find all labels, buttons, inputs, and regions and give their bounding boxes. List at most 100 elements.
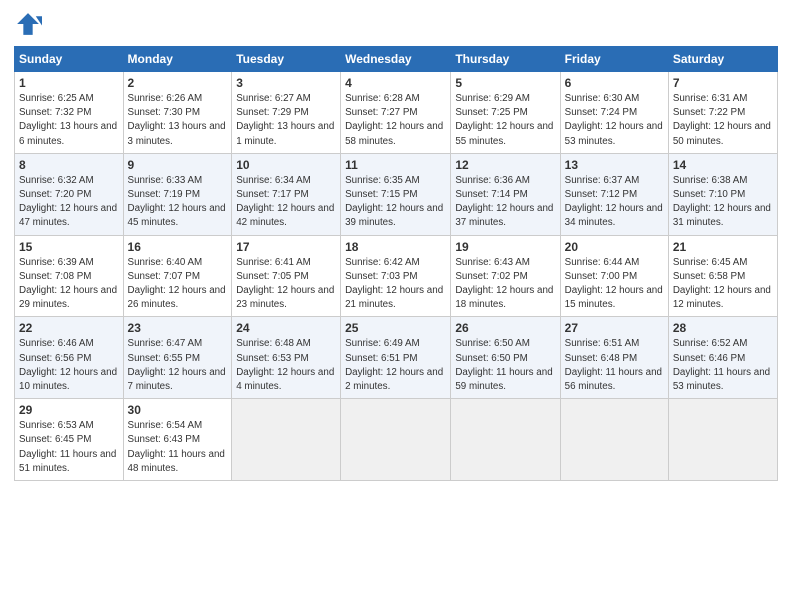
- day-info: Sunrise: 6:36 AM Sunset: 7:14 PM Dayligh…: [455, 174, 555, 231]
- calendar-cell: 14 Sunrise: 6:38 AM Sunset: 7:10 PM Dayl…: [668, 153, 777, 235]
- calendar-cell: 22 Sunrise: 6:46 AM Sunset: 6:56 PM Dayl…: [15, 317, 124, 399]
- day-number: 5: [455, 76, 555, 90]
- day-info: Sunrise: 6:42 AM Sunset: 7:03 PM Dayligh…: [345, 256, 446, 313]
- day-number: 22: [19, 321, 119, 335]
- calendar-cell: [451, 399, 560, 481]
- day-number: 28: [673, 321, 773, 335]
- calendar-cell: 6 Sunrise: 6:30 AM Sunset: 7:24 PM Dayli…: [560, 72, 668, 154]
- day-info: Sunrise: 6:54 AM Sunset: 6:43 PM Dayligh…: [128, 419, 228, 476]
- calendar-cell: 15 Sunrise: 6:39 AM Sunset: 7:08 PM Dayl…: [15, 235, 124, 317]
- day-number: 6: [565, 76, 664, 90]
- day-info: Sunrise: 6:33 AM Sunset: 7:19 PM Dayligh…: [128, 174, 228, 231]
- day-number: 26: [455, 321, 555, 335]
- day-number: 8: [19, 158, 119, 172]
- day-info: Sunrise: 6:50 AM Sunset: 6:50 PM Dayligh…: [455, 337, 555, 394]
- day-number: 14: [673, 158, 773, 172]
- day-info: Sunrise: 6:28 AM Sunset: 7:27 PM Dayligh…: [345, 92, 446, 149]
- calendar-week-3: 15 Sunrise: 6:39 AM Sunset: 7:08 PM Dayl…: [15, 235, 778, 317]
- calendar-cell: 23 Sunrise: 6:47 AM Sunset: 6:55 PM Dayl…: [123, 317, 232, 399]
- day-info: Sunrise: 6:38 AM Sunset: 7:10 PM Dayligh…: [673, 174, 773, 231]
- calendar-cell: 13 Sunrise: 6:37 AM Sunset: 7:12 PM Dayl…: [560, 153, 668, 235]
- calendar-cell: [232, 399, 341, 481]
- calendar-cell: 10 Sunrise: 6:34 AM Sunset: 7:17 PM Dayl…: [232, 153, 341, 235]
- day-info: Sunrise: 6:29 AM Sunset: 7:25 PM Dayligh…: [455, 92, 555, 149]
- day-info: Sunrise: 6:47 AM Sunset: 6:55 PM Dayligh…: [128, 337, 228, 394]
- logo-icon: [14, 10, 42, 38]
- calendar-cell: 5 Sunrise: 6:29 AM Sunset: 7:25 PM Dayli…: [451, 72, 560, 154]
- day-info: Sunrise: 6:46 AM Sunset: 6:56 PM Dayligh…: [19, 337, 119, 394]
- day-number: 11: [345, 158, 446, 172]
- day-number: 21: [673, 240, 773, 254]
- calendar-week-5: 29 Sunrise: 6:53 AM Sunset: 6:45 PM Dayl…: [15, 399, 778, 481]
- calendar-week-1: 1 Sunrise: 6:25 AM Sunset: 7:32 PM Dayli…: [15, 72, 778, 154]
- day-info: Sunrise: 6:30 AM Sunset: 7:24 PM Dayligh…: [565, 92, 664, 149]
- calendar-cell: 12 Sunrise: 6:36 AM Sunset: 7:14 PM Dayl…: [451, 153, 560, 235]
- day-info: Sunrise: 6:31 AM Sunset: 7:22 PM Dayligh…: [673, 92, 773, 149]
- day-info: Sunrise: 6:41 AM Sunset: 7:05 PM Dayligh…: [236, 256, 336, 313]
- day-info: Sunrise: 6:48 AM Sunset: 6:53 PM Dayligh…: [236, 337, 336, 394]
- day-info: Sunrise: 6:45 AM Sunset: 6:58 PM Dayligh…: [673, 256, 773, 313]
- day-number: 15: [19, 240, 119, 254]
- day-number: 19: [455, 240, 555, 254]
- weekday-header-saturday: Saturday: [668, 47, 777, 72]
- calendar-cell: [560, 399, 668, 481]
- day-number: 4: [345, 76, 446, 90]
- calendar-week-2: 8 Sunrise: 6:32 AM Sunset: 7:20 PM Dayli…: [15, 153, 778, 235]
- day-number: 13: [565, 158, 664, 172]
- day-number: 7: [673, 76, 773, 90]
- calendar-cell: [668, 399, 777, 481]
- calendar-cell: 27 Sunrise: 6:51 AM Sunset: 6:48 PM Dayl…: [560, 317, 668, 399]
- day-number: 24: [236, 321, 336, 335]
- day-info: Sunrise: 6:37 AM Sunset: 7:12 PM Dayligh…: [565, 174, 664, 231]
- day-info: Sunrise: 6:53 AM Sunset: 6:45 PM Dayligh…: [19, 419, 119, 476]
- day-number: 17: [236, 240, 336, 254]
- day-info: Sunrise: 6:25 AM Sunset: 7:32 PM Dayligh…: [19, 92, 119, 149]
- day-number: 3: [236, 76, 336, 90]
- calendar-cell: 7 Sunrise: 6:31 AM Sunset: 7:22 PM Dayli…: [668, 72, 777, 154]
- day-number: 2: [128, 76, 228, 90]
- calendar-cell: 21 Sunrise: 6:45 AM Sunset: 6:58 PM Dayl…: [668, 235, 777, 317]
- calendar-cell: 2 Sunrise: 6:26 AM Sunset: 7:30 PM Dayli…: [123, 72, 232, 154]
- day-info: Sunrise: 6:27 AM Sunset: 7:29 PM Dayligh…: [236, 92, 336, 149]
- weekday-header-thursday: Thursday: [451, 47, 560, 72]
- day-number: 25: [345, 321, 446, 335]
- day-info: Sunrise: 6:26 AM Sunset: 7:30 PM Dayligh…: [128, 92, 228, 149]
- day-info: Sunrise: 6:49 AM Sunset: 6:51 PM Dayligh…: [345, 337, 446, 394]
- weekday-header-row: SundayMondayTuesdayWednesdayThursdayFrid…: [15, 47, 778, 72]
- day-info: Sunrise: 6:51 AM Sunset: 6:48 PM Dayligh…: [565, 337, 664, 394]
- calendar-cell: 1 Sunrise: 6:25 AM Sunset: 7:32 PM Dayli…: [15, 72, 124, 154]
- day-number: 9: [128, 158, 228, 172]
- calendar-cell: 3 Sunrise: 6:27 AM Sunset: 7:29 PM Dayli…: [232, 72, 341, 154]
- day-info: Sunrise: 6:32 AM Sunset: 7:20 PM Dayligh…: [19, 174, 119, 231]
- calendar-cell: 11 Sunrise: 6:35 AM Sunset: 7:15 PM Dayl…: [341, 153, 451, 235]
- day-number: 16: [128, 240, 228, 254]
- day-number: 12: [455, 158, 555, 172]
- day-info: Sunrise: 6:40 AM Sunset: 7:07 PM Dayligh…: [128, 256, 228, 313]
- day-number: 1: [19, 76, 119, 90]
- calendar-cell: [341, 399, 451, 481]
- day-number: 29: [19, 403, 119, 417]
- day-number: 30: [128, 403, 228, 417]
- calendar: SundayMondayTuesdayWednesdayThursdayFrid…: [14, 46, 778, 481]
- day-number: 18: [345, 240, 446, 254]
- calendar-cell: 18 Sunrise: 6:42 AM Sunset: 7:03 PM Dayl…: [341, 235, 451, 317]
- day-number: 23: [128, 321, 228, 335]
- weekday-header-monday: Monday: [123, 47, 232, 72]
- calendar-week-4: 22 Sunrise: 6:46 AM Sunset: 6:56 PM Dayl…: [15, 317, 778, 399]
- calendar-cell: 24 Sunrise: 6:48 AM Sunset: 6:53 PM Dayl…: [232, 317, 341, 399]
- calendar-cell: 26 Sunrise: 6:50 AM Sunset: 6:50 PM Dayl…: [451, 317, 560, 399]
- calendar-cell: 25 Sunrise: 6:49 AM Sunset: 6:51 PM Dayl…: [341, 317, 451, 399]
- day-info: Sunrise: 6:52 AM Sunset: 6:46 PM Dayligh…: [673, 337, 773, 394]
- calendar-cell: 29 Sunrise: 6:53 AM Sunset: 6:45 PM Dayl…: [15, 399, 124, 481]
- calendar-cell: 17 Sunrise: 6:41 AM Sunset: 7:05 PM Dayl…: [232, 235, 341, 317]
- day-info: Sunrise: 6:44 AM Sunset: 7:00 PM Dayligh…: [565, 256, 664, 313]
- day-info: Sunrise: 6:34 AM Sunset: 7:17 PM Dayligh…: [236, 174, 336, 231]
- day-info: Sunrise: 6:43 AM Sunset: 7:02 PM Dayligh…: [455, 256, 555, 313]
- calendar-cell: 28 Sunrise: 6:52 AM Sunset: 6:46 PM Dayl…: [668, 317, 777, 399]
- calendar-cell: 30 Sunrise: 6:54 AM Sunset: 6:43 PM Dayl…: [123, 399, 232, 481]
- day-info: Sunrise: 6:39 AM Sunset: 7:08 PM Dayligh…: [19, 256, 119, 313]
- weekday-header-sunday: Sunday: [15, 47, 124, 72]
- calendar-cell: 9 Sunrise: 6:33 AM Sunset: 7:19 PM Dayli…: [123, 153, 232, 235]
- day-number: 20: [565, 240, 664, 254]
- weekday-header-tuesday: Tuesday: [232, 47, 341, 72]
